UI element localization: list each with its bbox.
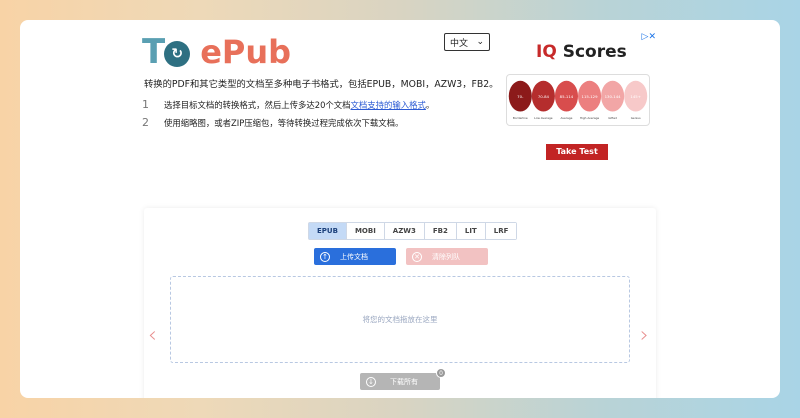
download-button-label: 下载所有 <box>390 377 418 386</box>
clear-button-label: 清除列队 <box>432 252 460 261</box>
logo-epub-text: ePub <box>200 33 292 71</box>
language-select-value: 中文 <box>450 38 469 49</box>
iq-head-range: 70-84 <box>538 94 550 99</box>
format-tab-azw3[interactable]: AZW3 <box>384 223 425 239</box>
step-text: 选择目标文档的转换格式，然后上传多达20个文档 <box>164 99 351 110</box>
next-arrow-icon[interactable]: › <box>640 323 649 348</box>
step-text: 使用缩略图，或者ZIP压缩包，等待转换过程完成依次下载文档。 <box>164 117 404 128</box>
format-tab-fb2[interactable]: FB2 <box>424 223 457 239</box>
clear-x-icon: ✕ <box>412 251 422 262</box>
logo-letter-t: T <box>142 32 165 72</box>
file-drop-zone[interactable]: 将您的文档拖放在这里 <box>170 276 630 363</box>
step-1: 1 选择目标文档的转换格式，然后上传多达20个文档 文档支持的输入格式 。 <box>142 98 434 111</box>
upload-button[interactable]: ↑ 上传文档 <box>314 248 396 265</box>
upload-button-label: 上传文档 <box>340 252 368 261</box>
iq-head-range: 85-114 <box>560 94 574 99</box>
iq-head-label: High Average <box>580 116 600 120</box>
ad-close-icon[interactable]: ▷✕ <box>642 32 656 42</box>
iq-head-label: Borderline <box>513 116 528 120</box>
format-tabs: EPUB MOBI AZW3 FB2 LIT LRF <box>308 222 518 240</box>
format-tab-lrf[interactable]: LRF <box>485 223 517 239</box>
iq-head-range: 130-144 <box>605 94 622 99</box>
iq-head-range: 115-129 <box>582 94 599 99</box>
step-2: 2 使用缩略图，或者ZIP压缩包，等待转换过程完成依次下载文档。 <box>142 116 403 129</box>
ad-title-suffix: Scores <box>556 42 627 62</box>
drop-zone-text: 将您的文档拖放在这里 <box>362 315 438 324</box>
step-number: 1 <box>142 98 149 111</box>
download-icon: ↓ <box>366 376 376 387</box>
upload-arrow-icon: ↑ <box>320 251 330 262</box>
ad-title: IQ Scores <box>536 42 627 62</box>
site-logo[interactable]: T ↻ ePub <box>142 32 291 72</box>
ad-title-iq: IQ <box>536 42 557 62</box>
converter-panel: EPUB MOBI AZW3 FB2 LIT LRF ↑ 上传文档 ✕ 清除列队 ‹ 将您… <box>144 208 656 398</box>
language-select[interactable]: 中文 ⌄ <box>444 33 490 51</box>
step-text-end: 。 <box>425 99 435 110</box>
chevron-down-icon: ⌄ <box>476 37 484 47</box>
download-count-badge: 0 <box>436 368 446 378</box>
format-tab-lit[interactable]: LIT <box>456 223 486 239</box>
take-test-button[interactable]: Take Test <box>546 144 608 160</box>
supported-formats-link[interactable]: 文档支持的输入格式 <box>351 99 426 111</box>
clear-queue-button[interactable]: ✕ 清除列队 <box>406 248 488 265</box>
iq-heads-graphic: 70- Borderline 70-84 Low Average 85-114 Avera… <box>506 74 650 126</box>
iq-head-range: 70- <box>517 94 524 99</box>
iq-head-range: 145+ <box>630 94 641 99</box>
format-tab-epub[interactable]: EPUB <box>309 223 347 239</box>
iq-head-label: Low Average <box>534 116 553 120</box>
step-number: 2 <box>142 116 149 129</box>
iq-head-label: Genius <box>631 116 641 120</box>
prev-arrow-icon[interactable]: ‹ <box>148 323 157 348</box>
iq-head-label: Gifted <box>608 116 617 120</box>
download-all-button[interactable]: ↓ 下载所有 <box>360 373 440 390</box>
logo-o-icon: ↻ <box>164 41 191 67</box>
iq-head-label: Average <box>561 116 573 120</box>
intro-text: 转换的PDF和其它类型的文档至多种电子书格式，包括EPUB，MOBI，AZW3，… <box>144 79 499 90</box>
format-tab-mobi[interactable]: MOBI <box>346 223 385 239</box>
iq-ad-banner[interactable]: ▷✕ IQ Scores 70- Borderline 70-84 Low Avera… <box>500 28 660 168</box>
browser-page: T ↻ ePub 中文 ⌄ 转换的PDF和其它类型的文档至多种电子书格式，包括E… <box>20 20 780 398</box>
